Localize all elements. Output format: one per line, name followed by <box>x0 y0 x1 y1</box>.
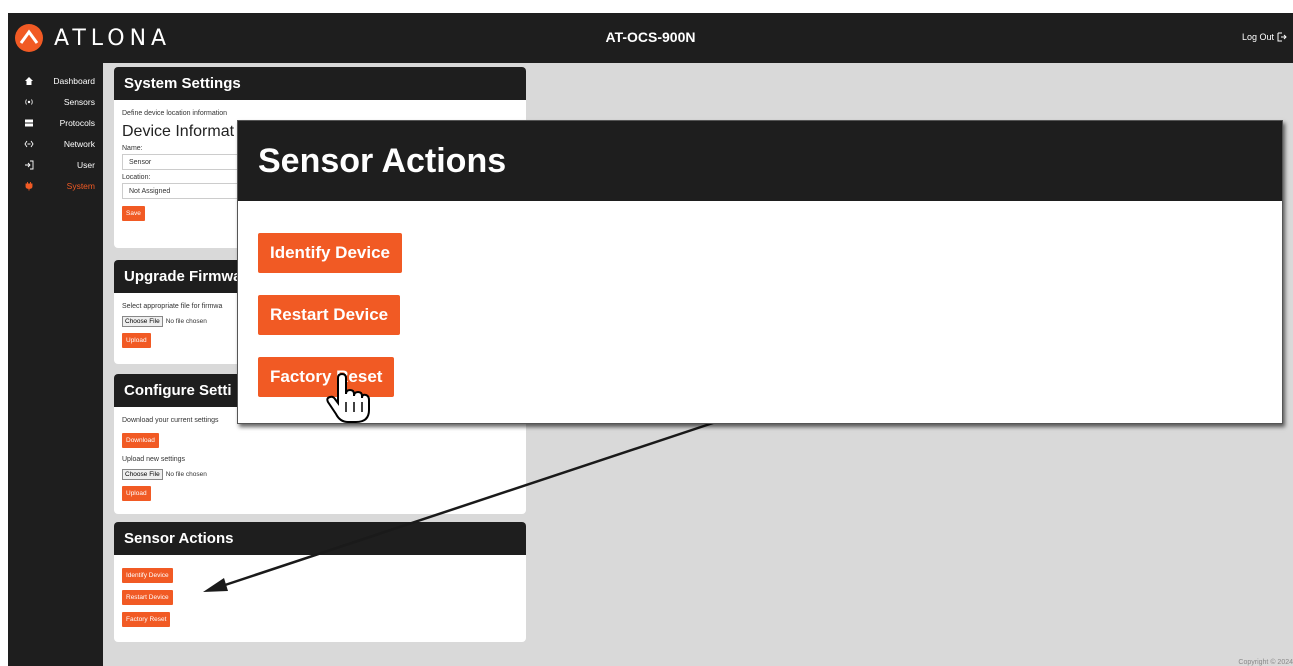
broadcast-icon <box>23 96 35 108</box>
callout-title: Sensor Actions <box>238 121 1282 201</box>
restart-device-button[interactable]: Restart Device <box>122 590 173 605</box>
upload-settings-button[interactable]: Upload <box>122 486 151 501</box>
sidebar-item-label: System <box>66 180 95 191</box>
sidebar-item-dashboard[interactable]: Dashboard <box>8 70 103 91</box>
copyright: Copyright © 2024 <box>1238 659 1293 666</box>
sidebar-item-system[interactable]: System <box>8 175 103 196</box>
sidebar-item-user[interactable]: User <box>8 154 103 175</box>
identify-device-button[interactable]: Identify Device <box>122 568 173 583</box>
download-button[interactable]: Download <box>122 433 159 448</box>
choose-file-button[interactable]: Choose File <box>122 316 163 327</box>
device-name: AT-OCS-900N <box>605 29 696 45</box>
panel-title: Sensor Actions <box>114 522 526 555</box>
sidebar-item-label: Sensors <box>63 96 95 107</box>
sidebar: Dashboard Sensors Protocols Network User… <box>8 63 103 666</box>
location-select[interactable]: Not Assigned <box>122 183 256 199</box>
logout-button[interactable]: Log Out <box>1242 32 1287 42</box>
upload-description: Upload new settings <box>122 456 186 463</box>
logout-label: Log Out <box>1241 32 1274 42</box>
sidebar-item-label: User <box>77 159 95 170</box>
panel-description: Define device location information <box>122 110 228 117</box>
zoom-callout: Sensor Actions Identify Device Restart D… <box>237 120 1283 424</box>
choose-file-button[interactable]: Choose File <box>122 469 163 480</box>
callout-identify-device-button[interactable]: Identify Device <box>258 233 402 273</box>
upload-firmware-button[interactable]: Upload <box>122 333 151 348</box>
name-field[interactable]: Sensor <box>122 154 256 170</box>
file-status: No file chosen <box>165 318 207 325</box>
sidebar-item-label: Network <box>63 138 95 149</box>
callout-restart-device-button[interactable]: Restart Device <box>258 295 401 335</box>
server-icon <box>23 117 35 129</box>
sensor-actions-panel: Sensor Actions Identify Device Restart D… <box>114 522 526 642</box>
sign-in-icon <box>23 159 35 171</box>
file-status: No file chosen <box>165 471 207 478</box>
sidebar-item-sensors[interactable]: Sensors <box>8 91 103 112</box>
sidebar-item-protocols[interactable]: Protocols <box>8 112 103 133</box>
factory-reset-button[interactable]: Factory Reset <box>122 612 171 627</box>
code-arrows-icon <box>23 138 35 150</box>
sidebar-item-label: Protocols <box>59 117 95 128</box>
panel-title: System Settings <box>114 67 526 100</box>
home-icon <box>23 75 35 87</box>
sidebar-item-network[interactable]: Network <box>8 133 103 154</box>
sidebar-item-label: Dashboard <box>53 75 95 86</box>
top-bar: ATLONA AT-OCS-900N Log Out <box>8 13 1293 63</box>
plug-icon <box>23 180 35 192</box>
logout-icon <box>1277 32 1287 42</box>
save-button[interactable]: Save <box>122 206 145 221</box>
hand-cursor-icon <box>326 372 370 423</box>
